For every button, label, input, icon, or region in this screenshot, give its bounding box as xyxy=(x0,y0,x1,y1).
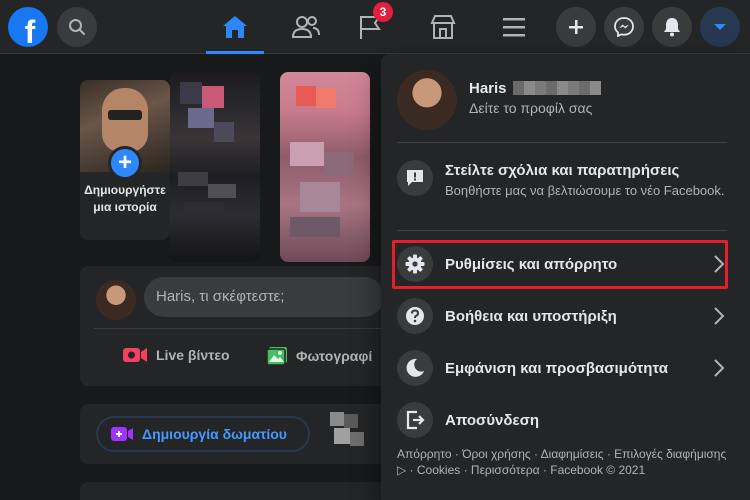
divider xyxy=(397,230,727,231)
logout-label: Αποσύνδεση xyxy=(445,412,540,429)
pixelated-image xyxy=(290,86,354,237)
send-feedback-item[interactable]: Στείλτε σχόλια και παρατηρήσεις Βοηθήστε… xyxy=(389,150,735,220)
feedback-icon xyxy=(397,160,433,196)
create-story-label: Δημιουργήστε μια ιστορία xyxy=(84,183,166,214)
create-room-label: Δημιουργία δωματίου xyxy=(142,426,287,442)
friends-icon xyxy=(292,16,320,38)
plus-icon xyxy=(569,20,583,34)
caret-down-icon xyxy=(714,24,726,30)
active-tab-indicator xyxy=(206,51,264,54)
chevron-right-icon xyxy=(714,359,725,377)
marketplace-icon xyxy=(430,15,456,39)
live-video-button[interactable]: Live βίντεο xyxy=(122,346,230,364)
account-menu: Haris Δείτε το προφίλ σας Στείλτε σχόλια… xyxy=(381,54,750,500)
live-video-icon xyxy=(123,348,147,362)
profile-link[interactable]: Haris Δείτε το προφίλ σας xyxy=(389,62,735,132)
create-room-button[interactable]: Δημιουργία δωματίου xyxy=(96,416,310,452)
messenger-button[interactable] xyxy=(604,7,644,47)
pixelated-image xyxy=(178,82,236,214)
notification-badge: 3 xyxy=(373,2,393,22)
logout-icon xyxy=(397,402,433,438)
view-profile-label: Δείτε το προφίλ σας xyxy=(469,100,593,116)
divider xyxy=(397,142,727,143)
bell-icon xyxy=(664,18,680,37)
whats-on-your-mind-input[interactable]: Haris, τι σκέφτεστε; xyxy=(144,277,384,317)
profile-name-line: Haris xyxy=(469,80,601,97)
avatar[interactable] xyxy=(96,280,136,320)
profile-name: Haris xyxy=(469,80,507,97)
gear-icon xyxy=(397,246,433,282)
tab-home[interactable] xyxy=(206,4,264,54)
settings-privacy-label: Ρυθμίσεις και απόρρητο xyxy=(445,256,618,273)
profile-face xyxy=(102,88,148,152)
photo-icon xyxy=(266,347,287,366)
notifications-button[interactable] xyxy=(652,7,692,47)
post-composer: Haris, τι σκέφτεστε; Live βίντεο Φωτογρα… xyxy=(80,266,390,386)
chevron-right-icon xyxy=(714,307,725,325)
redacted-surname xyxy=(512,81,601,95)
send-feedback-label: Στείλτε σχόλια και παρατηρήσεις xyxy=(445,162,680,179)
display-accessibility-label: Εμφάνιση και προσβασιμότητα xyxy=(445,360,668,377)
rooms-bar: Δημιουργία δωματίου xyxy=(80,404,390,464)
photo-button[interactable]: Φωτογραφί xyxy=(266,346,372,366)
search-icon xyxy=(69,19,85,35)
contact-avatar-blurred[interactable] xyxy=(324,408,374,458)
send-feedback-sub: Βοηθήστε μας να βελτιώσουμε το νέο Faceb… xyxy=(445,183,725,198)
tab-friends[interactable] xyxy=(277,4,335,50)
feed-card xyxy=(80,482,390,500)
tab-marketplace[interactable] xyxy=(414,4,472,50)
video-room-icon xyxy=(111,427,133,441)
hamburger-icon xyxy=(503,18,525,37)
photo-label: Φωτογραφί xyxy=(296,348,373,364)
footer-links[interactable]: Απόρρητο · Όροι χρήσης · Διαφημίσεις · Ε… xyxy=(397,446,737,478)
story-card-blurred-1[interactable] xyxy=(170,72,260,262)
profile-avatar xyxy=(397,70,457,130)
logout-item[interactable]: Αποσύνδεση xyxy=(389,398,735,442)
messenger-icon xyxy=(614,17,634,37)
top-navigation-bar: f 3 xyxy=(0,0,750,54)
story-card-blurred-2[interactable] xyxy=(280,72,370,262)
tab-menu[interactable] xyxy=(485,4,543,50)
facebook-logo[interactable]: f xyxy=(8,7,48,47)
account-button[interactable] xyxy=(700,7,740,47)
moon-icon xyxy=(397,350,433,386)
add-story-icon[interactable]: + xyxy=(108,146,142,180)
home-icon xyxy=(223,16,247,38)
settings-privacy-item[interactable]: Ρυθμίσεις και απόρρητο xyxy=(389,242,735,286)
help-support-item[interactable]: Βοήθεια και υποστήριξη xyxy=(389,294,735,338)
create-button[interactable] xyxy=(556,7,596,47)
live-video-label: Live βίντεο xyxy=(156,347,230,363)
display-accessibility-item[interactable]: Εμφάνιση και προσβασιμότητα xyxy=(389,346,735,390)
chevron-right-icon xyxy=(714,255,725,273)
search-button[interactable] xyxy=(57,7,97,47)
help-icon xyxy=(397,298,433,334)
tab-pages[interactable]: 3 xyxy=(341,2,399,50)
divider xyxy=(94,328,390,329)
help-support-label: Βοήθεια και υποστήριξη xyxy=(445,308,617,325)
